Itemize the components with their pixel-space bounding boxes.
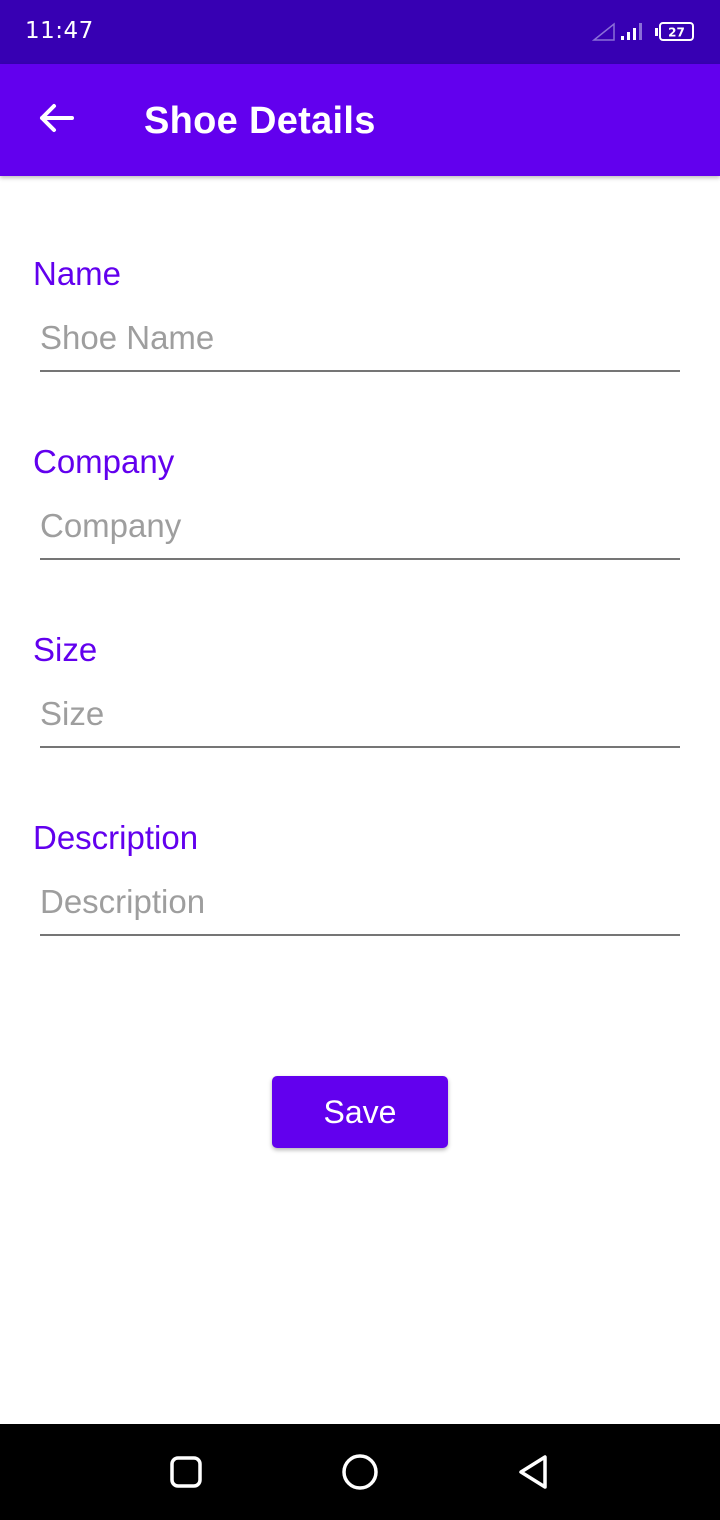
home-button[interactable] <box>336 1448 384 1496</box>
app-bar: Shoe Details <box>0 64 720 176</box>
nav-back-button[interactable] <box>510 1448 558 1496</box>
battery-icon: 27 <box>655 22 694 41</box>
name-label: Name <box>33 255 122 292</box>
recents-button[interactable] <box>162 1448 210 1496</box>
company-label: Company <box>33 443 175 480</box>
page-title: Shoe Details <box>144 100 376 142</box>
size-input[interactable] <box>40 690 680 748</box>
description-label: Description <box>33 819 199 856</box>
arrow-back-icon <box>40 104 74 132</box>
system-nav-bar <box>0 1424 720 1520</box>
home-circle-icon <box>342 1454 378 1490</box>
back-button[interactable] <box>24 86 88 150</box>
shoe-name-input[interactable] <box>40 314 680 372</box>
save-button[interactable]: Save <box>272 1076 448 1148</box>
status-time: 11:47 <box>25 18 94 44</box>
size-label: Size <box>33 631 98 668</box>
wifi-signal-icon <box>592 22 615 41</box>
back-triangle-icon <box>519 1455 547 1489</box>
status-bar: 11:47 27 <box>0 0 720 64</box>
recents-square-icon <box>170 1456 202 1488</box>
cellular-signal-icon <box>621 23 642 40</box>
description-input[interactable] <box>40 878 680 936</box>
battery-level: 27 <box>668 26 685 40</box>
company-input[interactable] <box>40 502 680 560</box>
status-icons: 27 <box>592 20 696 44</box>
